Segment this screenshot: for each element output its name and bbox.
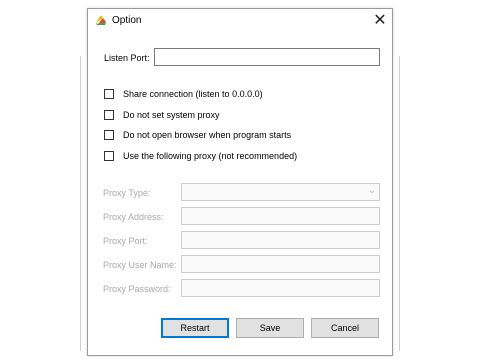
background-window-edge-right — [393, 56, 400, 351]
background-window-edge-left — [80, 56, 87, 351]
proxy-address-input[interactable] — [181, 207, 380, 225]
no-open-browser-label: Do not open browser when program starts — [123, 130, 292, 140]
proxy-password-label: Proxy Password: — [103, 284, 171, 294]
cancel-button[interactable]: Cancel — [311, 318, 379, 338]
proxy-user-name-input[interactable] — [181, 255, 380, 273]
share-connection-checkbox[interactable] — [104, 89, 114, 99]
restart-button[interactable]: Restart — [161, 318, 229, 338]
dialog-title: Option — [112, 15, 142, 26]
proxy-type-select[interactable]: ⌄ — [181, 183, 380, 201]
no-system-proxy-checkbox[interactable] — [104, 110, 114, 120]
proxy-port-input[interactable] — [181, 231, 380, 249]
listen-port-input[interactable] — [154, 48, 380, 66]
proxy-port-label: Proxy Port: — [103, 236, 148, 246]
use-following-proxy-label: Use the following proxy (not recommended… — [123, 151, 298, 161]
save-button[interactable]: Save — [236, 318, 304, 338]
proxy-address-label: Proxy Address: — [103, 212, 164, 222]
app-logo-icon — [95, 14, 107, 26]
proxy-password-input[interactable] — [181, 279, 380, 297]
option-dialog: Option ✕ Listen Port: Share connection (… — [87, 8, 393, 356]
proxy-user-name-label: Proxy User Name: — [103, 260, 177, 270]
no-open-browser-checkbox[interactable] — [104, 130, 114, 140]
option-share-connection[interactable]: Share connection (listen to 0.0.0.0) — [104, 87, 263, 101]
option-no-open-browser[interactable]: Do not open browser when program starts — [104, 128, 291, 142]
share-connection-label: Share connection (listen to 0.0.0.0) — [123, 89, 263, 99]
use-following-proxy-checkbox[interactable] — [104, 151, 114, 161]
chevron-down-icon: ⌄ — [367, 185, 376, 196]
listen-port-label: Listen Port: — [104, 53, 150, 63]
option-use-following-proxy[interactable]: Use the following proxy (not recommended… — [104, 149, 297, 163]
no-system-proxy-label: Do not set system proxy — [123, 110, 220, 120]
close-icon[interactable]: ✕ — [370, 11, 390, 31]
proxy-type-label: Proxy Type: — [103, 188, 151, 198]
title-bar[interactable]: Option ✕ — [88, 9, 392, 33]
option-no-system-proxy[interactable]: Do not set system proxy — [104, 108, 220, 122]
